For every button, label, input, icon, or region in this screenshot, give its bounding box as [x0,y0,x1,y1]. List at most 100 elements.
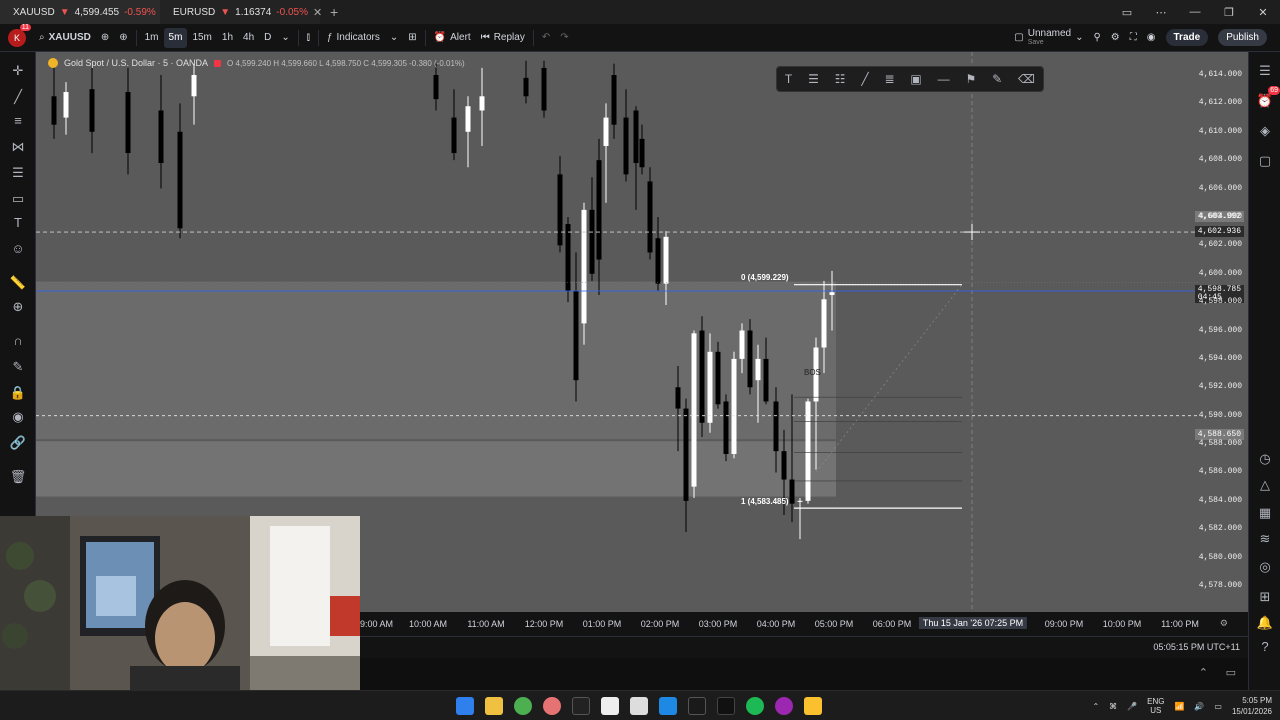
shapes-icon[interactable]: ▭ [9,190,27,208]
eraser-icon[interactable]: ⌫ [1018,72,1035,86]
lock-icon[interactable]: 🔒 [9,384,27,402]
sidebar-icon[interactable]: ▭ [1110,6,1144,19]
pencil-lock-icon[interactable]: ✎ [9,358,27,376]
interval-15m[interactable]: 15m [187,24,216,52]
layers-icon[interactable]: ◈ [1256,122,1274,140]
interval-d[interactable]: D [259,24,276,52]
fib-icon[interactable]: ☰ [9,164,27,182]
fib-ext-icon[interactable]: ☷ [835,72,846,86]
snapshot-button[interactable]: ◉ [1142,24,1161,52]
volume-icon[interactable]: 🔊 [1194,702,1204,711]
ray-icon[interactable]: — [938,72,950,86]
compare-button[interactable]: ⊕ [96,24,114,52]
trendline-icon[interactable]: ╱ [861,72,868,86]
redo-button[interactable]: ↷ [555,24,573,52]
layout-name-button[interactable]: ▢ Unnamed Save ⌄ [1009,24,1088,52]
maximize-icon[interactable]: ❐ [1212,6,1246,19]
wifi-icon[interactable]: 📶 [1174,702,1184,711]
tray-overflow-icon[interactable]: ⌃ [1092,702,1099,711]
symbol-search[interactable]: ⌕ XAUUSD [34,24,96,52]
time-axis[interactable]: ⚙ 09:00 AM 10:00 AM 11:00 AM 12:00 PM 01:00 … [355,612,1248,636]
add-symbol-button[interactable]: ⊕ [114,24,132,52]
indicators-dropdown[interactable]: ⌄ [385,24,403,52]
undo-button[interactable]: ↶ [537,24,555,52]
watchlist-icon[interactable]: ☰ [1256,62,1274,80]
chart-type-button[interactable]: ⫾ [302,24,315,52]
streams-icon[interactable]: ◎ [1256,558,1274,576]
quick-search-button[interactable]: ⚲ [1088,24,1105,52]
apps-icon[interactable]: ⊞ [1256,588,1274,606]
interval-4h[interactable]: 4h [238,24,259,52]
magnet-icon[interactable]: ∩ [9,332,27,350]
app2-icon[interactable] [775,697,793,715]
indicators-button[interactable]: ƒ Indicators [322,24,385,52]
collapse-icon[interactable]: ⌃ [1199,666,1208,679]
notifications-icon[interactable]: 🔔 [1256,614,1274,632]
ruler-icon[interactable]: 📏 [9,274,27,292]
language-indicator[interactable]: ENG US [1147,697,1164,715]
taskbar-clock[interactable]: 5:05 PM 15/01/2026 [1232,695,1272,717]
trash-icon[interactable]: 🗑 [9,468,27,486]
help-icon[interactable]: ? [1256,638,1274,656]
axis-settings-icon[interactable]: ⚙ [1220,618,1228,629]
eye-icon[interactable]: ◉ [9,408,27,426]
interval-1h[interactable]: 1h [217,24,238,52]
hotlists-icon[interactable]: ◷ [1256,450,1274,468]
maximize-panel-icon[interactable]: ▭ [1226,666,1236,679]
tab-xauusd[interactable]: XAUUSD ▼ 4,599.455 -0.59% ✕ [0,0,170,24]
rectangle-icon[interactable]: ▣ [910,72,921,86]
ideas-icon[interactable]: △ [1256,476,1274,494]
capcut-icon[interactable] [717,697,735,715]
steam-icon[interactable] [688,697,706,715]
replay-button[interactable]: ⏮ Replay [476,24,530,52]
network-icon[interactable]: ⌘ [1109,702,1117,711]
notion-calendar-icon[interactable] [630,697,648,715]
hlines-icon[interactable]: ≣ [884,72,894,86]
spotify-icon[interactable] [746,697,764,715]
chrome-icon[interactable] [514,697,532,715]
text-tool-icon[interactable]: T [785,72,792,86]
crosshair-icon[interactable]: ✛ [9,62,27,80]
tab-eurusd[interactable]: EURUSD ▼ 1.16374 -0.05% ✕ [160,0,322,24]
file-explorer-icon[interactable] [485,697,503,715]
minimize-icon[interactable]: — [1178,6,1212,18]
publish-button[interactable]: Publish [1213,24,1280,52]
new-tab-icon[interactable]: + [320,4,348,20]
alert-button[interactable]: ⏰ Alert [429,24,476,52]
chrome-profile-icon[interactable] [543,697,561,715]
pattern-icon[interactable]: ⋈ [9,138,27,156]
more-icon[interactable]: ⋯ [1144,6,1178,19]
utc-clock[interactable]: 05:05:15 PM UTC+11 [1153,642,1240,652]
mic-icon[interactable]: 🎤 [1127,702,1137,711]
fullscreen-button[interactable]: ⛶ [1125,24,1142,52]
chat-icon[interactable]: ▢ [1256,152,1274,170]
fib-retrace-icon[interactable]: ☰ [808,72,819,86]
alerts-icon[interactable]: ⏰ 69 [1256,86,1280,110]
flag-icon[interactable]: ⚑ [965,72,976,86]
news-icon[interactable]: ≋ [1256,530,1274,548]
text-icon[interactable]: T [9,214,27,232]
brush-icon[interactable]: ✎ [992,72,1002,86]
interval-dropdown[interactable]: ⌄ [276,24,294,52]
settings-button[interactable]: ⚙ [1106,24,1125,52]
start-icon[interactable] [456,697,474,715]
notion-icon[interactable] [601,697,619,715]
trade-button[interactable]: Trade [1161,24,1214,52]
app-icon[interactable] [659,697,677,715]
tradingview-icon[interactable] [572,697,590,715]
calendar-icon[interactable]: ▦ [1256,504,1274,522]
interval-1m[interactable]: 1m [140,24,164,52]
horizontal-lines-icon[interactable]: ≡ [9,112,27,130]
layouts-button[interactable]: ⊞ [403,24,421,52]
trendline-icon[interactable]: ╱ [9,88,27,106]
window-close-icon[interactable]: ✕ [1246,6,1280,19]
link-icon[interactable]: 🔗 [9,434,27,452]
sticky-notes-icon[interactable] [804,697,822,715]
battery-icon[interactable]: ▭ [1214,702,1222,711]
interval-5m[interactable]: 5m [163,27,188,48]
symbol-label: XAUUSD [48,32,91,43]
price-axis[interactable]: 4,603.992 4,602.936 4,598.785 04:45 4,58… [1194,52,1248,612]
avatar[interactable]: K 11 [8,23,31,47]
zoom-icon[interactable]: ⊕ [9,298,27,316]
emoji-icon[interactable]: ☺ [9,240,27,258]
